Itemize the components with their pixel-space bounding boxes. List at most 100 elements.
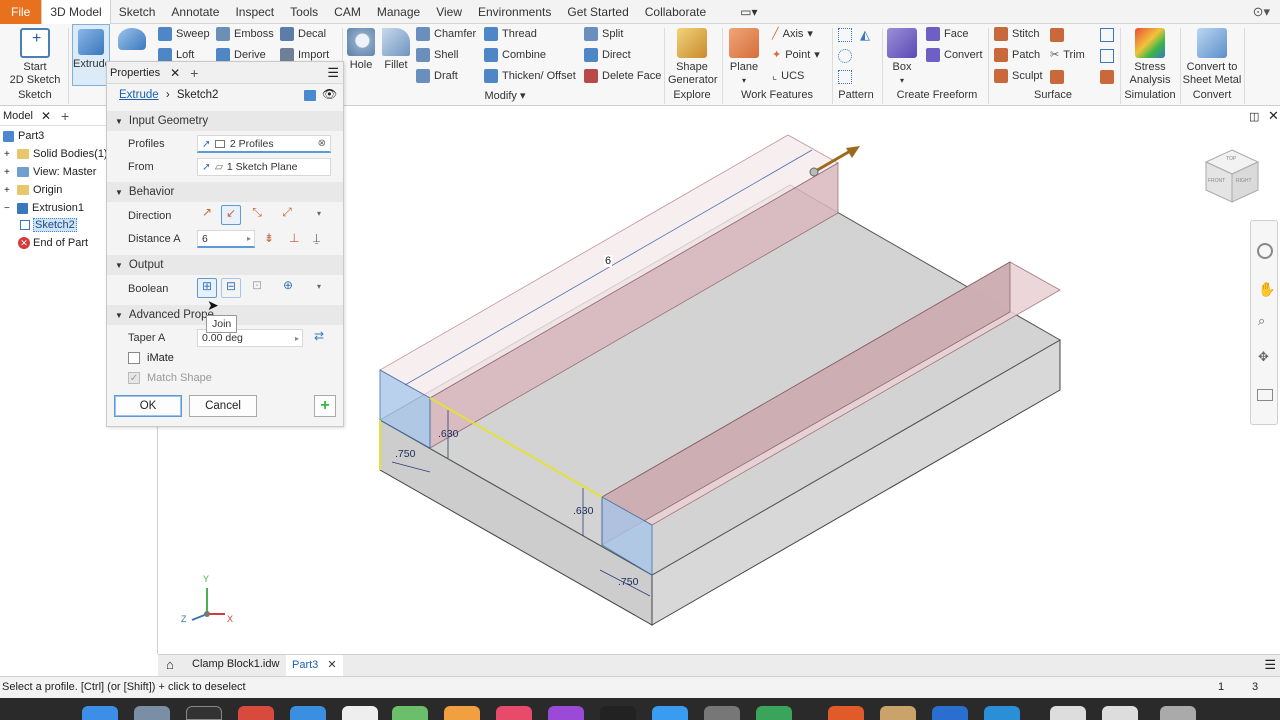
breadcrumb-extrude-link[interactable]: Extrude (119, 89, 159, 101)
distance-a-input[interactable]: 6 ▸ (197, 230, 255, 248)
revolve-button[interactable] (114, 28, 150, 53)
expand-icon[interactable]: + (4, 167, 14, 178)
view-cube-front[interactable]: FRONT (1208, 178, 1225, 184)
podcasts-icon[interactable] (548, 706, 584, 720)
menu-annotate[interactable]: Annotate (163, 0, 227, 24)
tree-item-extrusion1[interactable]: − Extrusion1 (4, 199, 84, 217)
distance-flip-icon[interactable]: ⇟ (264, 231, 274, 245)
stress-analysis-button[interactable]: Stress Analysis (1124, 28, 1176, 87)
view-cube[interactable]: TOP FRONT RIGHT (1202, 146, 1262, 206)
menu-sketch[interactable]: Sketch (111, 0, 164, 24)
new-solid-button[interactable]: ⊕ (278, 278, 298, 298)
emboss-button[interactable]: Emboss (216, 27, 274, 41)
tree-item-part3[interactable]: Part3 (3, 127, 44, 145)
trash-icon[interactable] (1160, 706, 1196, 720)
home-icon[interactable]: ⌂ (166, 657, 174, 672)
modify-group-label[interactable]: Modify ▾ (470, 89, 540, 102)
menu-manage[interactable]: Manage (369, 0, 428, 24)
expand-icon[interactable]: + (4, 149, 14, 160)
maps-icon[interactable] (392, 706, 428, 720)
repair-icon[interactable] (1100, 28, 1114, 42)
add-tab-icon[interactable]: + (190, 65, 198, 81)
width-dimension-label-left[interactable]: .750 (395, 448, 415, 460)
pan-icon[interactable]: ✋ (1258, 281, 1275, 298)
plane-button[interactable]: Plane ▾ (728, 28, 760, 87)
match-shape-checkbox[interactable]: ✓ (128, 372, 140, 384)
measure-icon[interactable]: ⍊ (313, 231, 320, 246)
menu-view[interactable]: View (428, 0, 470, 24)
browser-icon[interactable] (828, 706, 864, 720)
height-dimension-label-left[interactable]: .630 (438, 428, 458, 440)
point-button[interactable]: ✦ Point ▾ (772, 48, 820, 62)
combine-button[interactable]: Combine (484, 48, 546, 62)
menu-3d-model[interactable]: 3D Model (41, 0, 111, 24)
menu-tools[interactable]: Tools (282, 0, 326, 24)
boolean-cut-button[interactable]: ⊟ (221, 278, 241, 298)
view-cube-right[interactable]: RIGHT (1236, 178, 1252, 184)
extend-icon[interactable] (1050, 70, 1064, 84)
replace-face-icon[interactable] (1100, 70, 1114, 84)
view-cube-top[interactable]: TOP (1226, 156, 1236, 162)
derive-button[interactable]: Derive (216, 48, 266, 62)
face-button[interactable]: Face (926, 27, 968, 41)
tree-item-solid-bodies[interactable]: + Solid Bodies(1) (4, 145, 108, 163)
imate-checkbox[interactable] (128, 352, 140, 364)
menu-get-started[interactable]: Get Started (559, 0, 636, 24)
axis-button[interactable]: ╱ Axis ▾ (772, 27, 813, 41)
excel-icon[interactable] (756, 706, 792, 720)
boolean-join-button[interactable]: ⊞ (197, 278, 217, 298)
start-2d-sketch-button[interactable]: + Start 2D Sketch (8, 28, 62, 87)
decal-button[interactable]: Decal (280, 27, 326, 41)
length-dimension-label[interactable]: 6 (604, 255, 613, 267)
height-dimension-label-right[interactable]: .630 (573, 505, 593, 517)
outlook-icon[interactable] (932, 706, 968, 720)
mirror-icon[interactable]: ◭ (860, 27, 870, 43)
expand-icon[interactable]: − (4, 203, 14, 214)
clear-selection-icon[interactable]: ⊗ (318, 138, 326, 149)
direction-default-button[interactable]: ↗ (197, 205, 217, 225)
menu-icon[interactable]: ☰ (327, 65, 339, 81)
thread-button[interactable]: Thread (484, 27, 537, 41)
fillet-button[interactable]: Fillet (380, 28, 412, 72)
convert-button[interactable]: Convert (926, 48, 983, 62)
ribbon-options-icon[interactable]: ▭▾ (732, 0, 765, 24)
menu-cam[interactable]: CAM (326, 0, 369, 24)
boolean-dropdown-icon[interactable]: ▾ (317, 282, 321, 291)
draft-button[interactable]: Draft (416, 69, 458, 83)
cancel-button[interactable]: Cancel (189, 395, 257, 417)
flip-taper-icon[interactable]: ⇄ (314, 329, 324, 343)
settings-icon[interactable] (704, 706, 740, 720)
zoom-icon[interactable]: ⌕ (1258, 313, 1265, 329)
launchpad-icon[interactable] (134, 706, 170, 720)
notes-icon[interactable] (342, 706, 378, 720)
network-icon[interactable] (984, 706, 1020, 720)
orbit-icon[interactable]: ✥ (1258, 349, 1269, 365)
split-button[interactable]: Split (584, 27, 623, 41)
chrome-icon[interactable] (238, 706, 274, 720)
direction-flipped-button[interactable]: ↙ (221, 205, 241, 225)
section-output[interactable]: ▼ Output (107, 255, 343, 275)
sculpt-button[interactable]: Sculpt (994, 69, 1043, 83)
convert-to-sheet-metal-button[interactable]: Convert to Sheet Metal (1182, 28, 1242, 87)
circular-pattern-icon[interactable] (838, 49, 852, 63)
preview-icon[interactable] (880, 706, 916, 720)
menu-collaborate[interactable]: Collaborate (637, 0, 714, 24)
tree-item-end-of-part[interactable]: ✕ End of Part (18, 234, 88, 252)
menu-inspect[interactable]: Inspect (227, 0, 282, 24)
model-tab[interactable]: Model (3, 110, 33, 122)
terminal-icon[interactable] (186, 706, 222, 720)
thicken-offset-button[interactable]: Thicken/ Offset (484, 69, 576, 83)
sketch-pattern-icon[interactable] (838, 70, 852, 84)
doc-tab-part3[interactable]: Part3 ✕ (286, 655, 343, 677)
box-button[interactable]: Box ▾ (886, 28, 918, 87)
direction-symmetric-button[interactable]: ⤡ (247, 205, 267, 225)
shape-generator-button[interactable]: Shape Generator (668, 28, 718, 87)
safari-icon[interactable] (290, 706, 326, 720)
tree-item-sketch2[interactable]: Sketch2 (20, 216, 77, 234)
from-selector[interactable]: ➚ ▱ 1 Sketch Plane (197, 158, 331, 176)
ok-button[interactable]: OK (114, 395, 182, 417)
patch-button[interactable]: Patch (994, 48, 1040, 62)
extrude-button[interactable]: Extrude (72, 24, 111, 86)
section-behavior[interactable]: ▼ Behavior (107, 182, 343, 202)
app-store-icon[interactable] (600, 706, 636, 720)
